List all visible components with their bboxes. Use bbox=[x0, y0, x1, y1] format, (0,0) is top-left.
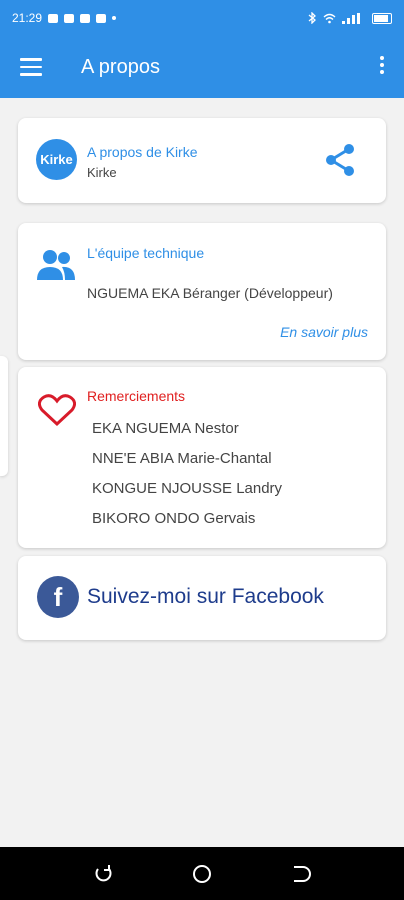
facebook-label: Suivez-moi sur Facebook bbox=[87, 585, 324, 608]
more-options-icon[interactable] bbox=[378, 56, 386, 78]
home-icon[interactable] bbox=[191, 863, 213, 885]
list-item: BIKORO ONDO Gervais bbox=[92, 510, 256, 527]
thanks-title: Remerciements bbox=[87, 388, 186, 404]
learn-more-link[interactable]: En savoir plus bbox=[280, 324, 368, 340]
team-card: L'équipe technique NGUEMA EKA Béranger (… bbox=[18, 223, 386, 360]
navigation-bar bbox=[0, 847, 404, 900]
list-item: KONGUE NJOUSSE Landry bbox=[92, 480, 283, 497]
kirke-logo: Kirke bbox=[36, 139, 77, 180]
team-member: NGUEMA EKA Béranger (Développeur) bbox=[87, 285, 333, 301]
heart-icon bbox=[38, 394, 76, 427]
edge-panel-handle[interactable] bbox=[0, 356, 8, 476]
thanks-card: Remerciements EKA NGUEMA Nestor NNE'E AB… bbox=[18, 367, 386, 548]
about-title: A propos de Kirke bbox=[87, 144, 198, 160]
wifi-icon bbox=[323, 13, 336, 23]
more-notifications-icon bbox=[112, 16, 117, 20]
share-icon[interactable] bbox=[322, 142, 358, 178]
app-bar: A propos bbox=[0, 36, 404, 98]
list-item: NNE'E ABIA Marie-Chantal bbox=[92, 450, 272, 467]
message-icon bbox=[48, 13, 59, 23]
battery-icon bbox=[372, 12, 392, 24]
page-title: A propos bbox=[81, 56, 160, 78]
about-subtitle: Kirke bbox=[87, 165, 117, 180]
messenger-icon bbox=[96, 13, 107, 23]
team-icon bbox=[37, 250, 75, 280]
menu-icon[interactable] bbox=[20, 58, 42, 76]
thanks-list: EKA NGUEMA Nestor NNE'E ABIA Marie-Chant… bbox=[92, 419, 282, 539]
facebook-icon bbox=[64, 13, 75, 23]
facebook-icon: f bbox=[37, 576, 79, 618]
back-icon[interactable] bbox=[289, 863, 311, 885]
status-bar: 21:29 bbox=[0, 0, 404, 36]
about-card: Kirke A propos de Kirke Kirke bbox=[18, 118, 386, 203]
status-left: 21:29 bbox=[12, 11, 117, 25]
paypal-icon bbox=[80, 13, 91, 23]
signal-icon bbox=[342, 12, 360, 24]
facebook-card[interactable]: f Suivez-moi sur Facebook bbox=[18, 556, 386, 640]
recent-apps-icon[interactable] bbox=[93, 863, 115, 885]
status-time: 21:29 bbox=[12, 11, 43, 25]
status-right bbox=[307, 12, 392, 24]
bluetooth-icon bbox=[308, 12, 316, 24]
list-item: EKA NGUEMA Nestor bbox=[92, 420, 239, 437]
team-title: L'équipe technique bbox=[87, 245, 205, 261]
